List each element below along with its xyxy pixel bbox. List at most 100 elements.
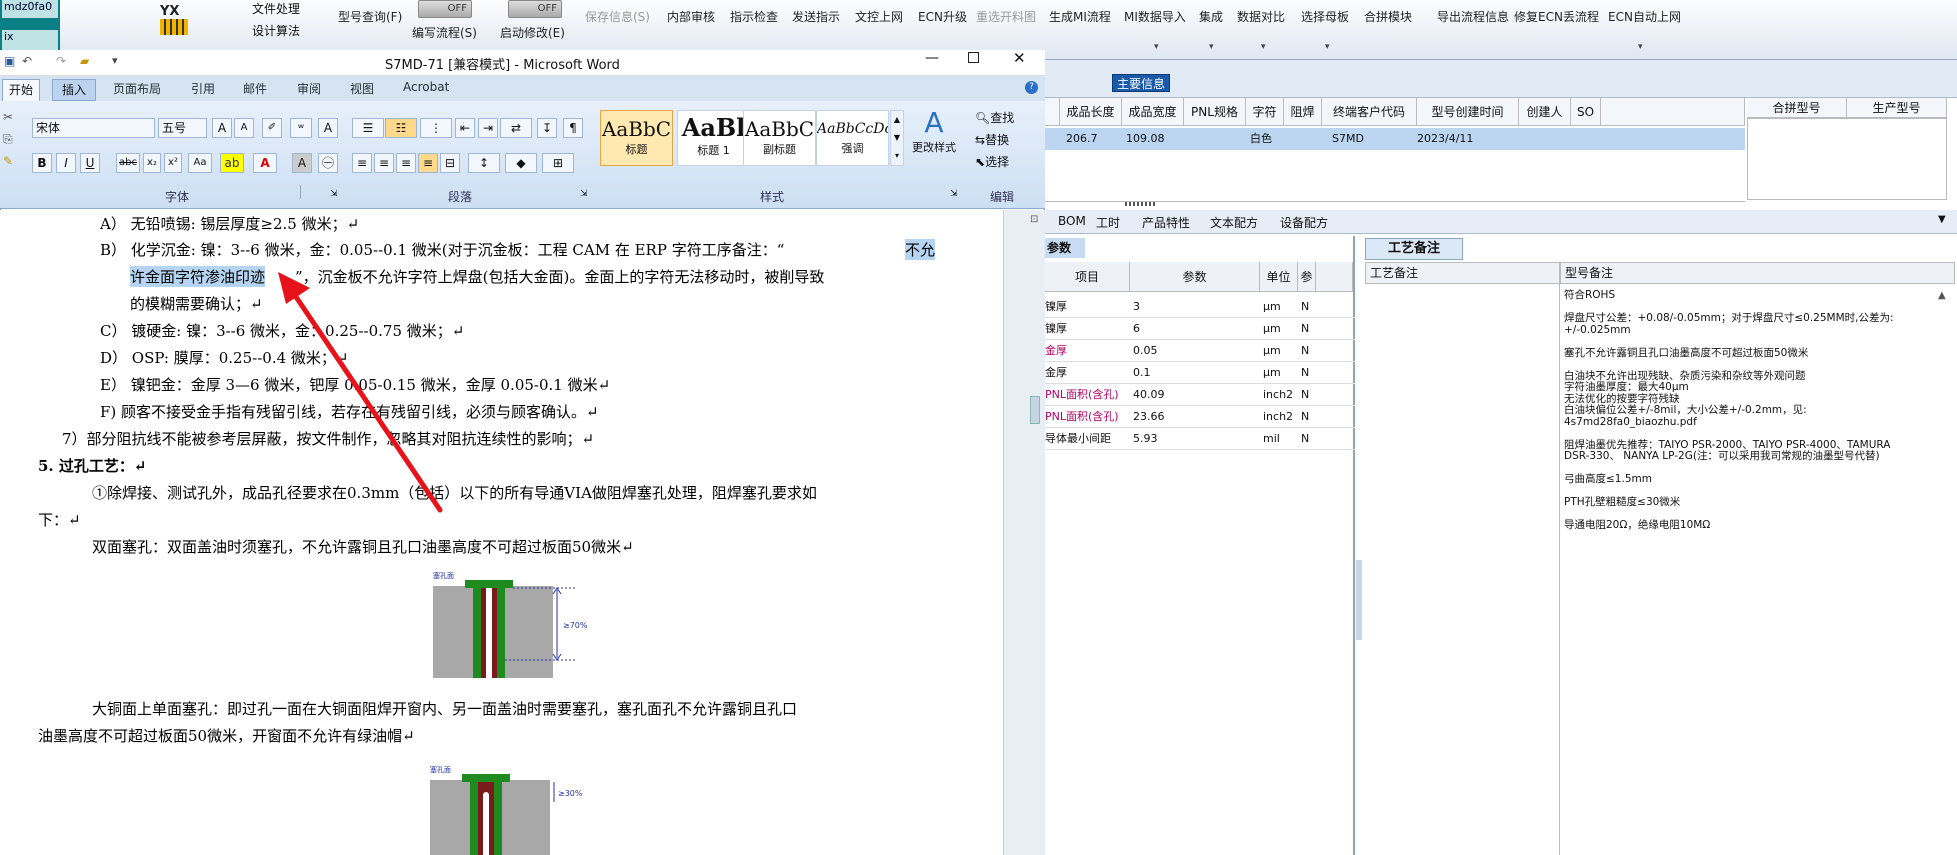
bold-icon[interactable]: B	[32, 153, 52, 173]
enclose-char-icon[interactable]: ㊀	[318, 153, 338, 173]
write-flow-button[interactable]: 编写流程(S)	[412, 24, 477, 41]
tab-main-info[interactable]: 主要信息	[1112, 74, 1170, 92]
customize-qat-icon[interactable]: ▾	[112, 54, 118, 67]
toggle-write[interactable]: OFF	[418, 0, 472, 18]
undo-icon[interactable]: ↶	[22, 54, 32, 68]
param-header[interactable]: 参	[1298, 262, 1316, 292]
scroll-up-icon[interactable]: ▲	[1938, 290, 1946, 301]
open-folder-icon[interactable]: ▰	[80, 54, 89, 68]
grid-header[interactable]: 字符	[1246, 98, 1284, 126]
align-left-icon[interactable]: ≡	[352, 153, 372, 173]
tab-product-features[interactable]: 产品特性	[1142, 214, 1190, 231]
char-border-icon[interactable]: A	[318, 118, 338, 138]
param-row[interactable]: 镍厚 6 μm N	[1045, 318, 1355, 340]
tab-acrobat[interactable]: Acrobat	[403, 80, 449, 94]
scrollbar-thumb[interactable]	[1030, 396, 1040, 424]
gen-mi-flow-button[interactable]: 生成MI流程	[1049, 8, 1111, 25]
chevron-down-icon[interactable]: ▾	[1325, 42, 1330, 52]
styles-scroll[interactable]: ▲ ▼ ▾	[890, 110, 904, 166]
italic-icon[interactable]: I	[56, 153, 76, 173]
font-name-select[interactable]: 宋体	[32, 118, 155, 138]
subscript-icon[interactable]: x₂	[143, 153, 161, 173]
phonetic-icon[interactable]: ʷ	[290, 118, 312, 138]
ecn-auto-online-button[interactable]: ECN自动上网	[1608, 8, 1681, 25]
style-subtitle[interactable]: AaBbC 副标题	[743, 110, 816, 166]
copy-icon[interactable]: ⎘	[3, 132, 13, 147]
grid-header[interactable]: 成品长度	[1060, 98, 1122, 126]
grid-header[interactable]: 阻焊	[1284, 98, 1322, 126]
align-right-icon[interactable]: ≡	[396, 153, 416, 173]
style-emphasis[interactable]: AaBbCcDc 强调	[816, 110, 889, 166]
grid-header[interactable]: 型号创建时间	[1417, 98, 1519, 126]
dialog-launcher-icon[interactable]: ⇲	[950, 189, 958, 199]
grid-header-prod-model[interactable]: 生产型号	[1847, 98, 1947, 118]
ruler-toggle-icon[interactable]: ⊡	[1030, 214, 1038, 225]
chevron-down-icon[interactable]: ▾	[1154, 42, 1159, 52]
dialog-launcher-icon[interactable]: ⇲	[580, 189, 588, 199]
param-row[interactable]: 导体最小间距 5.93 mil N	[1045, 428, 1355, 450]
left-strip-item[interactable]: mdz0fa0	[2, 0, 58, 18]
help-icon[interactable]: ?	[1025, 81, 1038, 94]
align-center-icon[interactable]: ≡	[374, 153, 394, 173]
model-remarks-text[interactable]: 符合ROHS 焊盘尺寸公差：+0.08/-0.05mm；对于焊盘尺寸≤0.25M…	[1564, 289, 1944, 532]
param-row[interactable]: PNL面积(含孔) 40.09 inch2 N	[1045, 384, 1355, 406]
maximize-button[interactable]	[968, 52, 979, 63]
merge-module-button[interactable]: 合拼模块	[1364, 8, 1412, 25]
bullets-icon[interactable]: ☰	[352, 118, 384, 138]
vertical-scrollbar[interactable]	[1003, 210, 1045, 855]
justify-icon[interactable]: ≡	[418, 153, 438, 173]
borders-icon[interactable]: ⊞	[542, 153, 574, 173]
model-query-button[interactable]: 型号查询(F)	[338, 8, 402, 25]
style-title[interactable]: AaBbC 标题	[600, 110, 673, 166]
start-modify-button[interactable]: 启动修改(E)	[500, 24, 565, 41]
replace-button[interactable]: ⇆替换	[975, 131, 1009, 148]
minimize-button[interactable]: —	[925, 50, 939, 66]
grid-cell[interactable]: S7MD	[1330, 128, 1390, 150]
integrate-button[interactable]: 集成	[1199, 8, 1223, 25]
merge-model-grid[interactable]	[1747, 118, 1947, 200]
data-compare-button[interactable]: 数据对比	[1237, 8, 1285, 25]
process-remarks-text[interactable]	[1365, 284, 1560, 855]
param-row[interactable]: PNL面积(含孔) 23.66 inch2 N	[1045, 406, 1355, 428]
ecn-upgrade-button[interactable]: ECN升级	[918, 8, 967, 25]
tab-mailings[interactable]: 邮件	[243, 80, 267, 97]
grid-header[interactable]: 成品宽度	[1122, 98, 1184, 126]
increase-indent-icon[interactable]: ⇥	[478, 118, 498, 138]
underline-icon[interactable]: U	[80, 153, 100, 173]
grid-header[interactable]: 创建人	[1519, 98, 1571, 126]
internal-review-button[interactable]: 内部审核	[667, 8, 715, 25]
chevron-down-icon[interactable]: ▾	[1261, 42, 1266, 52]
param-row[interactable]: 金厚 0.05 μm N	[1045, 340, 1355, 362]
clear-format-icon[interactable]: ✐	[262, 118, 282, 138]
multilevel-list-icon[interactable]: ⋮	[420, 118, 452, 138]
param-header[interactable]: 参数	[1130, 262, 1260, 292]
save-info-button[interactable]: 保存信息(S)	[585, 8, 650, 25]
grid-header[interactable]: 终端客户代码	[1322, 98, 1417, 126]
chinese-layout-icon[interactable]: ⇄	[500, 118, 532, 138]
decrease-indent-icon[interactable]: ⇤	[455, 118, 475, 138]
superscript-icon[interactable]: x²	[164, 153, 182, 173]
mi-import-button[interactable]: MI数据导入	[1124, 8, 1186, 25]
tab-equipment-recipe[interactable]: 设备配方	[1280, 214, 1328, 231]
instruction-check-button[interactable]: 指示检查	[730, 8, 778, 25]
param-row[interactable]: 金厚 0.1 μm N	[1045, 362, 1355, 384]
splitter-grip[interactable]	[1125, 202, 1155, 206]
param-row[interactable]: 镍厚 3 μm N	[1045, 296, 1355, 318]
redo-icon[interactable]: ↷	[56, 54, 66, 68]
font-size-select[interactable]: 五号	[158, 118, 207, 138]
tab-home[interactable]: 开始	[2, 79, 40, 101]
toggle-start[interactable]: OFF	[508, 0, 562, 18]
find-button[interactable]: 🔍︎查找	[975, 109, 1014, 126]
chevron-down-icon[interactable]: ▾	[1209, 42, 1214, 52]
cut-icon[interactable]: ✂	[3, 110, 13, 124]
grid-header-merge-model[interactable]: 合拼型号	[1747, 98, 1847, 118]
grid-header[interactable]: SO	[1571, 98, 1601, 126]
menu-design[interactable]: 设计算法	[212, 22, 312, 40]
tab-view[interactable]: 视图	[350, 80, 374, 97]
sort-icon[interactable]: ↧	[537, 118, 557, 138]
grid-cell[interactable]: 206.7	[1060, 128, 1122, 150]
format-painter-icon[interactable]: ✎	[3, 154, 13, 168]
distribute-icon[interactable]: ⊟	[440, 153, 460, 173]
param-header[interactable]: 项目	[1045, 262, 1130, 292]
shading-icon[interactable]: ◆	[505, 153, 537, 173]
